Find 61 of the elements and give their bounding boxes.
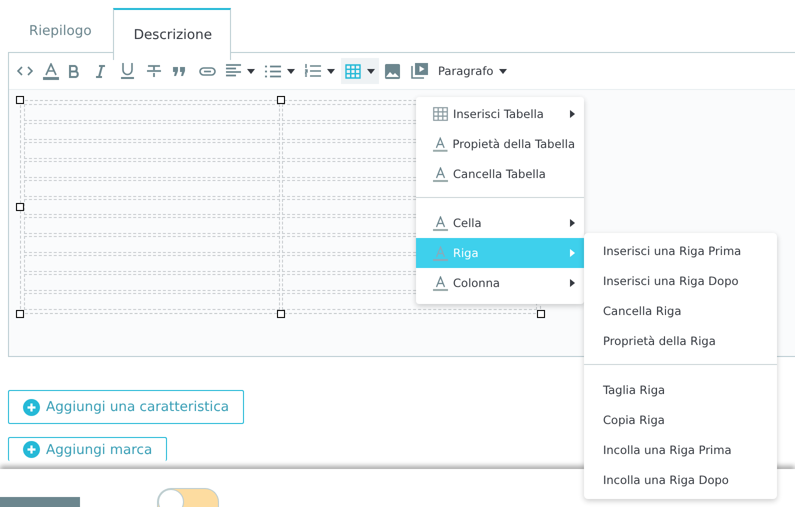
align-left-icon: [226, 64, 241, 78]
text-format-icon: [433, 216, 448, 230]
underline-icon: [121, 63, 134, 79]
caret-icon: [327, 68, 335, 74]
menu-item[interactable]: Inserisci una Riga Prima: [584, 236, 777, 266]
resize-handle[interactable]: [276, 96, 284, 104]
menu-item[interactable]: Incolla una Riga Prima: [584, 435, 777, 465]
bullet-list-icon: [265, 64, 281, 78]
text-format-icon: [433, 136, 448, 152]
menu-item[interactable]: Taglia Riga: [584, 375, 777, 405]
toggle-switch[interactable]: [157, 488, 219, 507]
menu-item-label: Cancella Tabella: [453, 167, 547, 181]
tab[interactable]: Descrizione: [112, 8, 231, 60]
code-icon: [17, 65, 33, 77]
caret-icon: [247, 68, 255, 74]
menu-item[interactable]: Propietà della Tabella: [416, 129, 584, 159]
bold-icon: [69, 64, 80, 78]
menu-item-label: Inserisci Tabella: [453, 107, 545, 121]
menu-item[interactable]: Cella: [416, 208, 584, 238]
resize-handle[interactable]: [16, 96, 24, 104]
menu-item[interactable]: Incolla una Riga Dopo: [584, 465, 777, 495]
image-icon: [385, 64, 400, 78]
resize-handle[interactable]: [16, 203, 24, 211]
menu-item[interactable]: Proprietà della Riga: [584, 326, 777, 356]
menu-item[interactable]: Inserisci Tabella: [416, 99, 584, 129]
format-dropdown[interactable]: Paragrafo: [434, 58, 512, 84]
text-format-icon: [433, 246, 448, 260]
caret-icon: [499, 68, 508, 74]
submenu-arrow-icon: [570, 110, 575, 118]
italic-icon: [95, 64, 106, 78]
text-format-icon: [433, 276, 448, 290]
resize-handle[interactable]: [276, 310, 284, 318]
plus-circle-icon: [23, 441, 40, 458]
submenu-arrow-icon: [570, 249, 575, 257]
menu-item[interactable]: Cancella Riga: [584, 296, 777, 326]
tab[interactable]: Riepilogo: [8, 8, 113, 60]
resize-handle[interactable]: [537, 310, 545, 318]
menu-item-label: Colonna: [453, 276, 501, 290]
quote-icon: [173, 66, 186, 76]
caret-icon: [367, 68, 375, 74]
menu-item-label: Cella: [453, 216, 483, 230]
menu-item[interactable]: Copia Riga: [584, 405, 777, 435]
menu-item[interactable]: Cancella Tabella: [416, 159, 584, 189]
caret-icon: [287, 68, 295, 74]
video-icon: [411, 63, 428, 79]
plus-circle-icon: [23, 398, 40, 416]
submenu-arrow-icon: [570, 219, 575, 227]
table-icon: [345, 64, 361, 78]
menu-item-label: Riga: [453, 246, 480, 260]
menu-item[interactable]: Colonna: [416, 268, 584, 298]
resize-handle[interactable]: [16, 310, 24, 318]
menu-item[interactable]: Inserisci una Riga Dopo: [584, 266, 777, 296]
text-format-icon: [433, 166, 448, 182]
link-icon: [199, 66, 216, 76]
menu-item-label: Propietà della Tabella: [452, 137, 575, 151]
table-button[interactable]: [341, 58, 379, 84]
table-icon: [433, 107, 448, 121]
submenu-arrow-icon: [570, 279, 575, 287]
numbered-list-icon: [305, 64, 321, 78]
strikethrough-icon: [147, 64, 161, 78]
text-color-icon: [43, 62, 59, 80]
